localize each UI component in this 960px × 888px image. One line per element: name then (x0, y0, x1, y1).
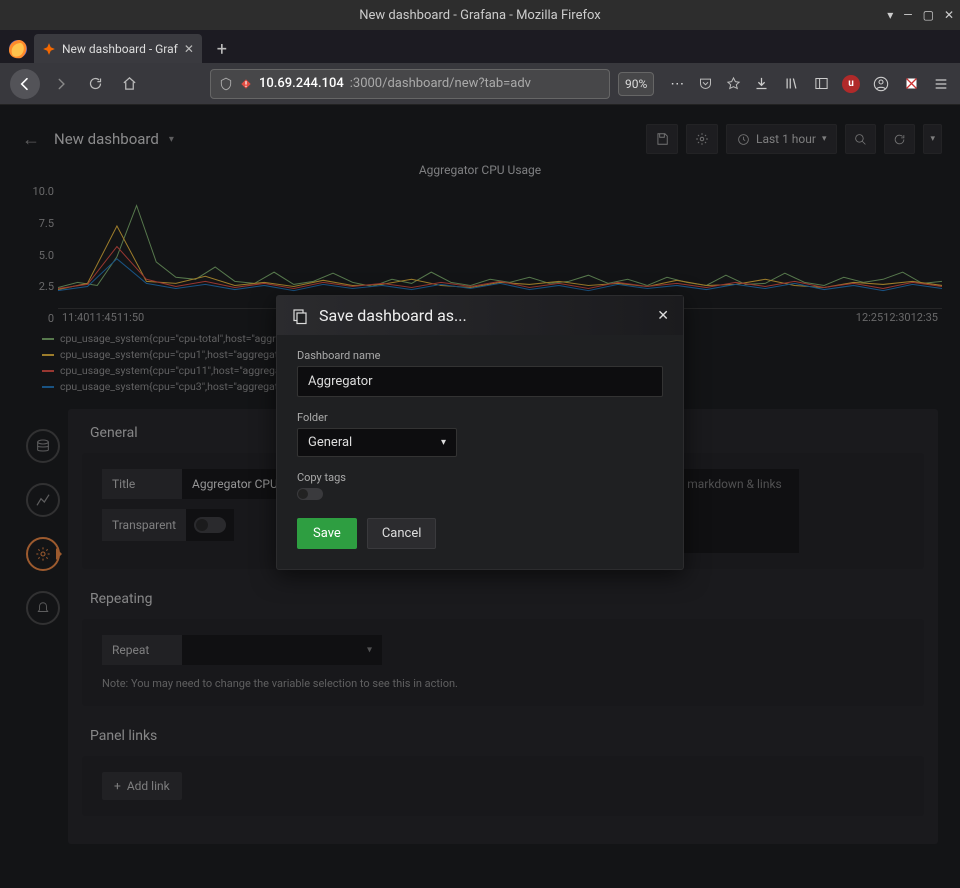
plot-area (58, 185, 942, 309)
window-minimize-icon[interactable]: — (903, 8, 912, 22)
y-tick: 10.0 (18, 185, 54, 198)
ublock-icon[interactable]: u (842, 75, 860, 93)
window-close-icon[interactable]: ✕ (944, 8, 954, 22)
save-dashboard-modal: Save dashboard as... ✕ Dashboard name Fo… (276, 295, 684, 570)
grafana-topbar: ← New dashboard ▾ Last 1 hour ▾ ▾ (18, 119, 942, 159)
extension-icon[interactable] (902, 75, 920, 93)
modal-close-icon[interactable]: ✕ (657, 308, 669, 324)
browser-tab-label: New dashboard - Graf (62, 42, 178, 56)
x-tick: 12:35 (911, 311, 938, 325)
x-tick: 12:30 (883, 311, 910, 325)
copytags-label: Copy tags (297, 471, 663, 484)
window-titlebar: New dashboard - Grafana - Mozilla Firefo… (0, 0, 960, 30)
caret-down-icon: ▾ (822, 134, 827, 144)
window-title: New dashboard - Grafana - Mozilla Firefo… (359, 8, 601, 23)
window-maximize-icon[interactable]: ▢ (923, 8, 934, 22)
y-tick: 2.5 (18, 280, 54, 293)
window-dropdown-icon[interactable]: ▾ (887, 8, 893, 22)
repeat-label: Repeat (102, 635, 182, 665)
time-range-picker[interactable]: Last 1 hour ▾ (726, 124, 837, 154)
bookmark-star-icon[interactable] (724, 75, 742, 93)
folder-select[interactable]: General ▾ (297, 428, 457, 457)
refresh-interval-button[interactable]: ▾ (923, 124, 942, 154)
transparent-toggle[interactable] (194, 517, 226, 533)
plus-icon: + (114, 779, 121, 793)
reader-pocket-icon[interactable] (696, 75, 714, 93)
repeat-note: Note: You may need to change the variabl… (102, 665, 904, 690)
page-actions-icon[interactable]: ⋯ (668, 75, 686, 93)
copytags-toggle[interactable] (297, 488, 323, 500)
browser-tabbar: New dashboard - Graf ✕ + (0, 30, 960, 63)
nav-back-button[interactable] (10, 69, 40, 99)
grafana-app: ← New dashboard ▾ Last 1 hour ▾ ▾ Aggreg… (0, 105, 960, 888)
site-info-icon (239, 77, 253, 91)
refresh-button[interactable] (884, 124, 915, 154)
account-icon[interactable] (872, 75, 890, 93)
y-axis: 10.0 7.5 5.0 2.5 0 (18, 185, 58, 325)
new-tab-button[interactable]: + (208, 35, 236, 63)
dashboard-name-label: Dashboard name (297, 349, 663, 362)
sidetab-general[interactable] (26, 537, 60, 571)
section-panellinks-title: Panel links (68, 706, 938, 756)
nav-forward-button[interactable] (48, 71, 74, 97)
x-tick: 11:40 (62, 311, 89, 325)
title-label: Title (102, 469, 182, 499)
zoom-indicator[interactable]: 90% (618, 72, 654, 96)
section-repeating-title: Repeating (68, 569, 938, 619)
breadcrumb-caret-icon[interactable]: ▾ (169, 134, 174, 145)
firefox-icon (6, 37, 30, 61)
transparent-label: Transparent (102, 509, 186, 541)
back-arrow-icon[interactable]: ← (18, 129, 44, 150)
nav-reload-button[interactable] (82, 71, 108, 97)
x-tick: 11:50 (117, 311, 144, 325)
shield-icon (219, 77, 233, 91)
folder-label: Folder (297, 411, 663, 424)
repeat-select[interactable]: ▾ (182, 635, 382, 665)
nav-home-button[interactable] (116, 71, 142, 97)
url-bar[interactable]: 10.69.244.104 :3000/dashboard/new?tab=adv (210, 69, 610, 99)
grafana-favicon (42, 42, 56, 56)
cancel-button[interactable]: Cancel (367, 518, 437, 549)
editor-sidetabs (18, 409, 68, 625)
sidetab-visualization[interactable] (26, 483, 60, 517)
url-host: 10.69.244.104 (259, 76, 344, 91)
time-range-label: Last 1 hour (756, 132, 816, 146)
breadcrumb[interactable]: New dashboard (54, 130, 159, 148)
tab-close-icon[interactable]: ✕ (184, 42, 194, 56)
library-icon[interactable] (782, 75, 800, 93)
browser-tab[interactable]: New dashboard - Graf ✕ (34, 34, 202, 63)
x-tick: 12:25 (856, 311, 883, 325)
folder-value: General (308, 435, 352, 450)
save-button[interactable]: Save (297, 518, 357, 549)
dashboard-settings-button[interactable] (686, 124, 718, 154)
browser-toolbar: 10.69.244.104 :3000/dashboard/new?tab=adv… (0, 63, 960, 105)
modal-title: Save dashboard as... (319, 306, 467, 325)
x-tick: 11:45 (89, 311, 116, 325)
caret-down-icon: ▾ (441, 437, 446, 448)
panel-title: Aggregator CPU Usage (18, 163, 942, 177)
y-tick: 5.0 (18, 249, 54, 262)
sidebar-icon[interactable] (812, 75, 830, 93)
downloads-icon[interactable] (752, 75, 770, 93)
sidetab-alert[interactable] (26, 591, 60, 625)
dashboard-name-input[interactable] (297, 366, 663, 397)
add-link-button[interactable]: + Add link (102, 772, 182, 800)
y-tick: 0 (18, 312, 54, 325)
y-tick: 7.5 (18, 217, 54, 230)
hamburger-menu-icon[interactable] (932, 75, 950, 93)
add-link-label: Add link (127, 779, 170, 793)
copy-icon (291, 307, 309, 325)
sidetab-queries[interactable] (26, 429, 60, 463)
save-dashboard-button[interactable] (646, 124, 678, 154)
zoom-out-button[interactable] (845, 124, 876, 154)
url-path: :3000/dashboard/new?tab=adv (350, 76, 531, 91)
